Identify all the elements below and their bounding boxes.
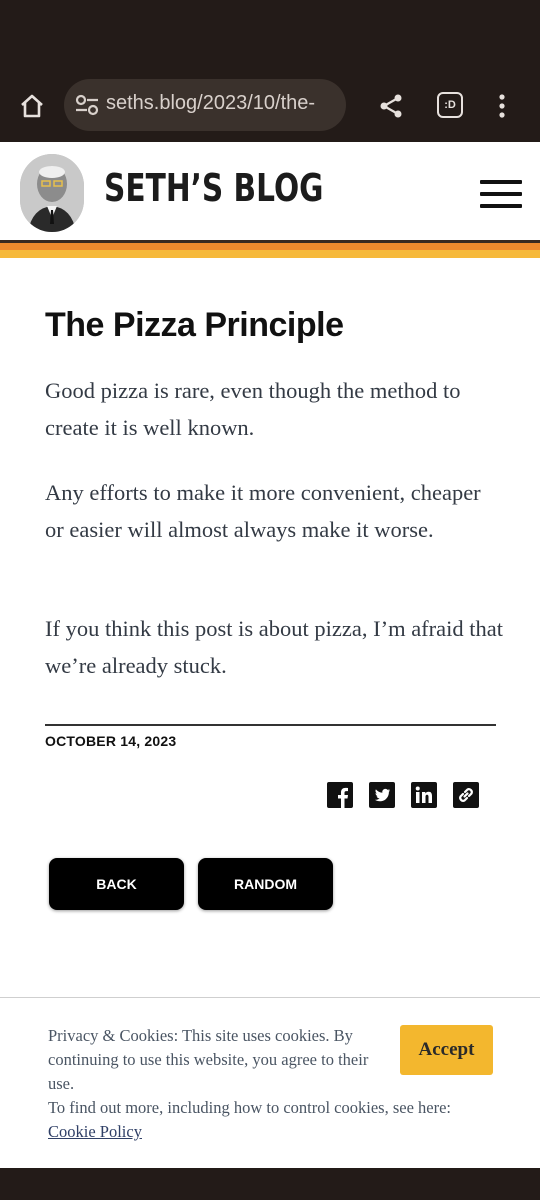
browser-toolbar: seths.blog/2023/10/the- :D (0, 70, 540, 142)
header-stripes (0, 240, 540, 260)
cookie-more-text: To find out more, including how to contr… (48, 1098, 452, 1117)
post-paragraph: Good pizza is rare, even though the meth… (45, 378, 461, 440)
url-text: seths.blog/2023/10/the- (106, 92, 316, 114)
more-vert-icon[interactable] (490, 89, 514, 123)
cookie-text: Privacy & Cookies: This site uses cookie… (48, 1026, 369, 1093)
hamburger-menu-icon[interactable] (480, 180, 522, 208)
link-icon[interactable] (453, 782, 479, 808)
status-bar (0, 0, 540, 70)
divider (45, 724, 496, 726)
share-buttons (327, 782, 479, 812)
address-bar[interactable]: seths.blog/2023/10/the- (64, 79, 346, 131)
random-button[interactable]: RANDOM (198, 858, 333, 910)
share-icon[interactable] (374, 89, 408, 123)
site-logo[interactable]: SETH’S BLOG (104, 166, 323, 210)
post-paragraph: If you think this post is about pizza, I… (45, 616, 504, 678)
navigation-bar (0, 1168, 540, 1200)
twitter-icon[interactable] (369, 782, 395, 808)
accept-button[interactable]: Accept (400, 1025, 493, 1075)
post-title: The Pizza Principle (45, 306, 344, 344)
author-avatar[interactable] (20, 154, 84, 232)
back-button[interactable]: BACK (49, 858, 184, 910)
cookie-banner: Privacy & Cookies: This site uses cookie… (0, 997, 540, 1168)
post-paragraph: Any efforts to make it more convenient, … (45, 480, 481, 542)
facebook-icon[interactable] (327, 782, 353, 808)
home-icon[interactable] (14, 88, 50, 124)
site-header: SETH’S BLOG (0, 144, 540, 240)
tab-switcher-button[interactable]: :D (437, 92, 463, 118)
linkedin-icon[interactable] (411, 782, 437, 808)
tune-icon[interactable] (72, 90, 102, 120)
cookie-policy-link[interactable]: Cookie Policy (48, 1120, 142, 1144)
web-page: SETH’S BLOG The Pizza Principle Good piz… (0, 142, 540, 1168)
tabs-label: :D (444, 99, 456, 111)
post-date: OCTOBER 14, 2023 (45, 733, 177, 749)
